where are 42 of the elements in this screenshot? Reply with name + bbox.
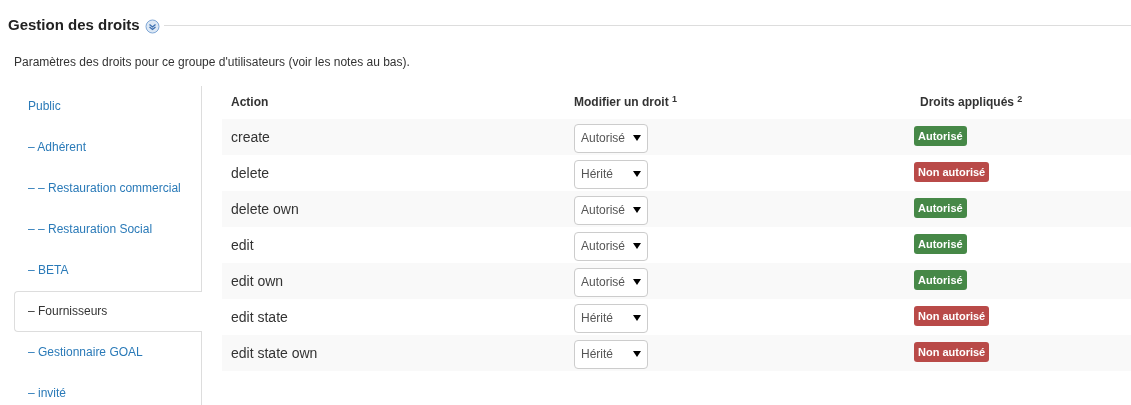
caret-icon (633, 243, 641, 249)
permission-select[interactable]: Autorisé (574, 231, 648, 261)
status-label: Autorisé (914, 125, 967, 146)
caret-icon (633, 135, 641, 141)
action-name: edit own (231, 272, 284, 289)
action-name: edit state (231, 308, 288, 325)
column-header: Action (230, 94, 270, 111)
column-header: Modifier un droit $^{1}$ (573, 93, 678, 111)
caret-icon (633, 171, 641, 177)
group-tab[interactable]: – Adhérent (14, 126, 202, 168)
action-name: create (231, 128, 270, 145)
permission-select[interactable]: Hérité (574, 339, 648, 369)
caret-icon (633, 279, 641, 285)
group-tab[interactable]: Public (14, 85, 202, 127)
caret-icon (633, 207, 641, 213)
status-label: Non autorisé (914, 341, 990, 362)
permission-select[interactable]: Autorisé (574, 123, 648, 153)
group-tab[interactable]: – Gestionnaire GOAL (14, 331, 202, 373)
status-label: Autorisé (914, 269, 967, 290)
action-name: edit (231, 236, 254, 253)
action-name: delete own (231, 200, 299, 217)
caret-icon (633, 351, 641, 357)
group-tab[interactable]: – BETA (14, 249, 202, 291)
action-name: edit state own (231, 344, 318, 361)
section-title: Gestion des droits (8, 15, 140, 35)
caret-icon (633, 315, 641, 321)
permission-select[interactable]: Autorisé (574, 195, 648, 225)
action-name: delete (231, 164, 270, 181)
group-tab[interactable]: – invité (14, 372, 202, 405)
section-description: Paramètres des droits pour ce groupe d'utilisateurs (voir les notes au bas). (13, 53, 411, 71)
group-tab[interactable]: – – Restauration Social (14, 208, 202, 250)
group-tab[interactable]: – Fournisseurs (14, 290, 202, 332)
column-header: Droits appliqués $^{2}$ (919, 93, 1023, 111)
permission-select[interactable]: Hérité (574, 303, 648, 333)
group-tab[interactable]: – – Restauration commercial (14, 167, 202, 209)
status-label: Non autorisé (914, 305, 990, 326)
status-label: Autorisé (914, 233, 967, 254)
permission-select[interactable]: Autorisé (574, 267, 648, 297)
status-label: Autorisé (914, 197, 967, 218)
permission-select[interactable]: Hérité (574, 159, 648, 189)
status-label: Non autorisé (914, 161, 990, 182)
collapse-icon[interactable] (144, 18, 160, 34)
